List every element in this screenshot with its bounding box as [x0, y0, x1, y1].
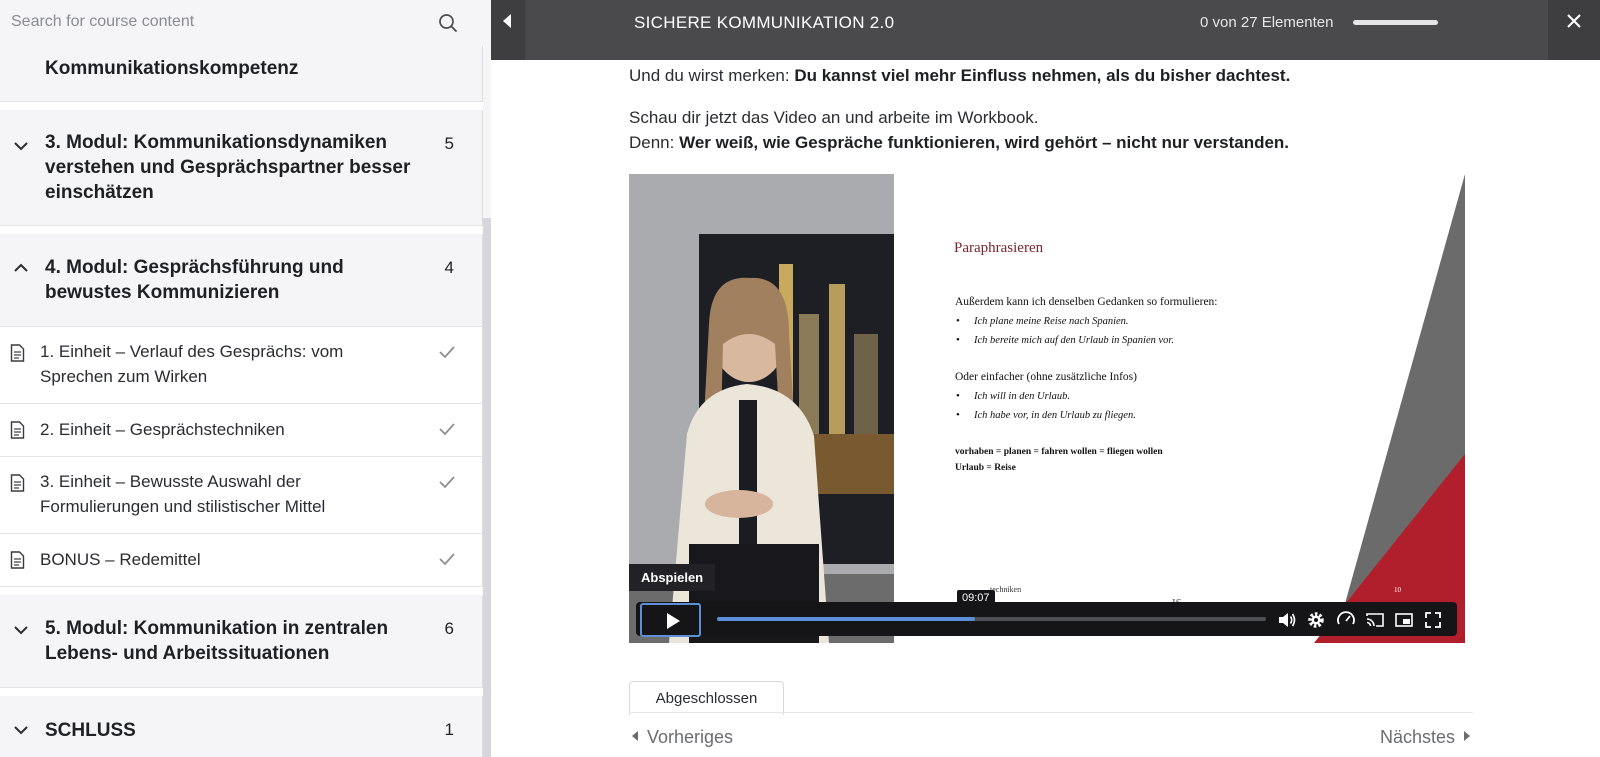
section-modul-3[interactable]: 3. Modul: Kommunikationsdynamiken verste… — [0, 110, 483, 226]
section-gap — [0, 587, 483, 595]
check-icon — [439, 553, 455, 566]
slide-text: Außerdem kann ich denselben Gedanken so … — [955, 296, 1218, 308]
slide-bullet-text: Ich habe vor, in den Urlaub zu fliegen. — [973, 410, 1136, 421]
top-bar: SICHERE KOMMUNIKATION 2.0 0 von 27 Eleme… — [491, 0, 1600, 60]
check-icon — [439, 346, 455, 359]
section-item-count: 1 — [444, 720, 454, 739]
play-icon — [667, 613, 680, 629]
search-bar[interactable]: Search for course content — [0, 0, 483, 46]
lesson-item[interactable]: 2. Einheit – Gesprächstechniken — [0, 404, 483, 457]
chevron-down-icon — [14, 142, 28, 151]
slide-page-number: 10 — [1394, 586, 1402, 594]
slide-bullet: • — [956, 315, 960, 327]
seek-bar[interactable] — [717, 617, 1266, 621]
slide-bullet: • — [956, 409, 960, 421]
text-span: Schau dir jetzt das Video an und arbeite… — [629, 108, 1039, 127]
section-item-count: 4 — [444, 258, 454, 277]
paragraph: Und du wirst merken: Du kannst viel mehr… — [629, 63, 1479, 88]
lesson-content: Und du wirst merken: Du kannst viel mehr… — [629, 60, 1479, 155]
document-icon — [10, 421, 25, 439]
volume-icon[interactable] — [1277, 610, 1297, 630]
video-player[interactable]: Paraphrasieren Außerdem kann ich denselb… — [629, 174, 1465, 643]
previous-button[interactable]: Vorheriges — [632, 727, 733, 748]
progress-bar — [1353, 20, 1438, 25]
slide-bullet-text: Ich bereite mich auf den Urlaub in Spani… — [973, 335, 1174, 346]
search-input[interactable]: Search for course content — [11, 13, 194, 31]
document-icon — [10, 344, 25, 362]
fullscreen-icon[interactable] — [1423, 610, 1443, 630]
section-item-count: 6 — [444, 619, 454, 638]
lesson-title: BONUS – Redemittel — [40, 550, 201, 569]
lesson-item[interactable]: BONUS – Redemittel — [0, 534, 483, 587]
section-title: 3. Modul: Kommunikationsdynamiken verste… — [45, 132, 411, 203]
paragraph: Schau dir jetzt das Video an und arbeite… — [629, 105, 1479, 155]
lesson-title: 2. Einheit – Gesprächstechniken — [40, 420, 285, 439]
section-title: Kommunikationskompetenz — [45, 58, 299, 79]
slide-vocab: Urlaub = Reise — [955, 463, 1016, 473]
divider — [629, 712, 1473, 713]
sidebar-scroll-area[interactable]: Kommunikationskompetenz Search for cours… — [0, 0, 483, 757]
slide-footer: techniken — [990, 585, 1021, 594]
progress-text: 0 von 27 Elementen — [1200, 14, 1334, 31]
document-icon — [10, 474, 25, 492]
picture-in-picture-icon[interactable] — [1394, 610, 1414, 630]
collapse-sidebar-button[interactable] — [491, 0, 525, 60]
previous-label: Vorheriges — [647, 727, 734, 747]
section-title: 4. Modul: Gesprächsführung und bewustes … — [45, 257, 344, 303]
search-icon[interactable] — [438, 13, 458, 33]
playback-speed-icon[interactable] — [1336, 610, 1356, 630]
seek-bar-progress — [717, 617, 976, 621]
slide-title: Paraphrasieren — [954, 240, 1044, 256]
play-tooltip: Abspielen — [629, 564, 716, 591]
section-title: SCHLUSS — [45, 720, 136, 741]
next-button[interactable]: Nächstes — [1380, 727, 1471, 748]
section-modul-5[interactable]: 5. Modul: Kommunikation in zentralen Leb… — [0, 595, 483, 688]
section-title: 5. Modul: Kommunikation in zentralen Leb… — [45, 618, 389, 664]
close-icon — [1567, 14, 1581, 28]
section-item-count: 5 — [444, 134, 454, 153]
settings-gear-icon[interactable] — [1306, 610, 1326, 630]
text-span: Denn: — [629, 133, 680, 152]
section-schluss[interactable]: SCHLUSS 1 — [0, 696, 483, 757]
slide-bullet-text: Ich plane meine Reise nach Spanien. — [973, 316, 1129, 327]
lesson-item[interactable]: 3. Einheit – Bewusste Auswahl der Formul… — [0, 457, 483, 534]
sidebar-scrollbar[interactable] — [483, 218, 491, 757]
section-gap — [0, 102, 483, 110]
chevron-down-icon — [14, 726, 28, 735]
course-sidebar: Kommunikationskompetenz Search for cours… — [0, 0, 491, 757]
mark-complete-button[interactable]: Abgeschlossen — [629, 681, 784, 715]
lesson-title: 3. Einheit – Bewusste Auswahl der Formul… — [40, 472, 326, 516]
close-button[interactable] — [1548, 0, 1600, 60]
slide-text: Oder einfacher (ohne zusätzliche Infos) — [955, 371, 1137, 383]
slide-bullet: • — [956, 334, 960, 346]
lesson-title: 1. Einheit – Verlauf des Gesprächs: vom … — [40, 342, 344, 386]
play-button[interactable] — [640, 603, 701, 637]
document-icon — [10, 551, 25, 569]
arrow-right-icon — [1464, 731, 1471, 741]
next-label: Nächstes — [1380, 727, 1456, 747]
lesson-item[interactable]: 1. Einheit – Verlauf des Gesprächs: vom … — [0, 327, 483, 404]
section-gap — [0, 226, 483, 234]
text-span: Und du wirst merken: — [629, 66, 795, 85]
section-modul-4[interactable]: 4. Modul: Gesprächsführung und bewustes … — [0, 234, 483, 327]
bold-text: Du kannst viel mehr Einfluss nehmen, als… — [794, 66, 1291, 85]
arrow-left-icon — [632, 731, 638, 741]
cast-icon[interactable] — [1365, 610, 1385, 630]
slide-frame: Paraphrasieren Außerdem kann ich denselb… — [894, 174, 1465, 643]
video-controls — [636, 602, 1457, 637]
slide-bullet: • — [956, 390, 960, 402]
section-gap — [0, 688, 483, 696]
chevron-up-icon — [14, 263, 28, 272]
slide-bullet-text: Ich will in den Urlaub. — [973, 391, 1070, 402]
check-icon — [439, 423, 455, 436]
slide-vocab: vorhaben = planen = fahren wollen = flie… — [955, 447, 1163, 457]
check-icon — [439, 476, 455, 489]
bold-text: Wer weiß, wie Gespräche funktionieren, w… — [679, 133, 1290, 152]
course-title: SICHERE KOMMUNIKATION 2.0 — [634, 13, 895, 32]
slide-illustration: Paraphrasieren Außerdem kann ich denselb… — [954, 174, 1465, 643]
chevron-down-icon — [14, 626, 28, 635]
